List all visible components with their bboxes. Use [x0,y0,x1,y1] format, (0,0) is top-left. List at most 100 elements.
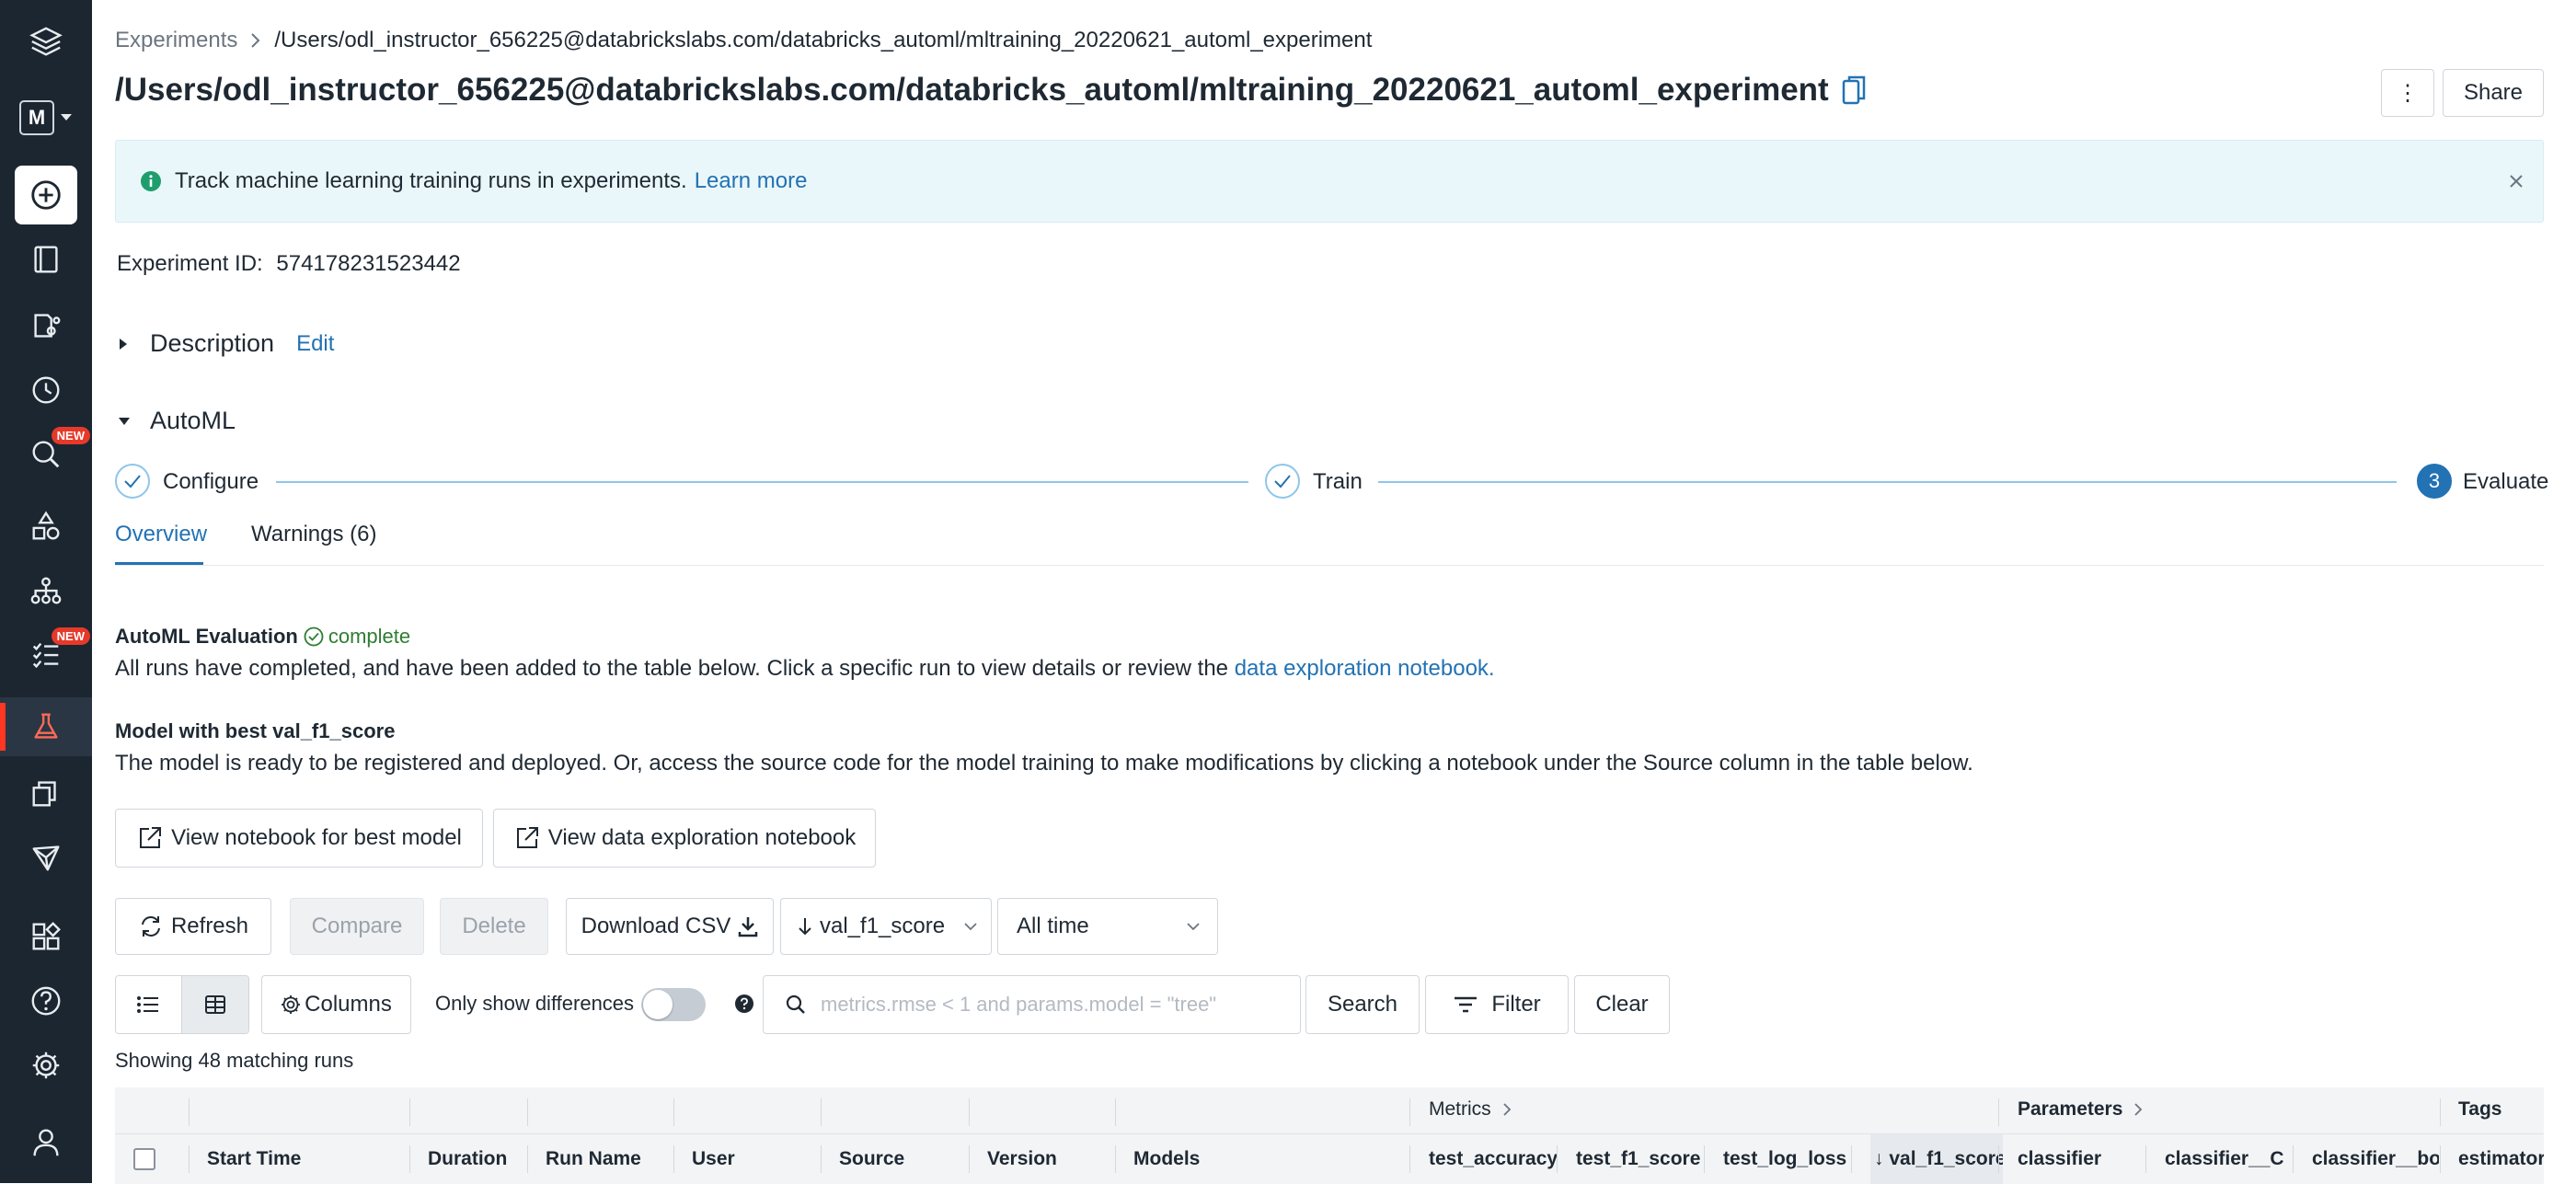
column-header-source[interactable]: Source [839,1134,965,1184]
external-link-icon [516,827,538,848]
compare-button[interactable]: Compare [290,898,424,955]
evaluation-text-row: All runs have completed, and have been a… [115,656,1495,682]
refresh-icon [141,916,160,937]
experiment-id-row: Experiment ID: 574178231523442 [117,251,461,277]
data-shapes-icon[interactable] [0,497,92,556]
column-separator [189,1145,190,1173]
view-data-notebook-button[interactable]: View data exploration notebook [493,809,876,868]
column-separator [409,1145,410,1173]
column-separator [821,1098,822,1126]
help-icon[interactable] [734,994,754,1014]
chevron-right-icon [1503,1103,1511,1116]
select-all-checkbox[interactable] [133,1148,155,1170]
databricks-logo-icon[interactable] [0,13,92,72]
models-icon[interactable] [0,828,92,887]
experiments-flask-icon[interactable] [0,697,92,756]
download-csv-label: Download CSV [581,914,731,938]
metrics-group-header[interactable]: Metrics [1429,1098,1512,1121]
column-header-val-f1-score[interactable]: ↓ val_f1_score [1870,1134,2003,1184]
step-train-label: Train [1313,469,1363,494]
view-data-notebook-label: View data exploration notebook [547,825,857,850]
only-differences-toggle[interactable] [641,988,706,1021]
view-toggle-group [115,975,249,1034]
clear-button[interactable]: Clear [1574,975,1670,1034]
view-best-notebook-button[interactable]: View notebook for best model [115,809,483,868]
serving-icon[interactable] [0,907,92,966]
column-separator [969,1145,970,1173]
time-range-select[interactable]: All time [997,898,1218,955]
create-button[interactable] [15,166,77,224]
share-button[interactable]: Share [2443,69,2544,117]
sort-select-value: val_f1_score [820,914,946,938]
automl-section-header[interactable]: AutoML [117,407,236,435]
column-header-classifier-c[interactable]: classifier__C [2165,1134,2294,1184]
tabs-divider [115,565,2544,566]
settings-gear-icon[interactable] [0,1036,92,1095]
column-header-start-time[interactable]: Start Time [207,1134,405,1184]
columns-label: Columns [305,992,392,1017]
column-separator [527,1145,528,1173]
help-icon[interactable] [0,971,92,1030]
tab-warnings[interactable]: Warnings (6) [251,522,376,547]
table-header-row: Start Time Duration Run Name User Source… [115,1133,2544,1184]
columns-button[interactable]: Columns [261,975,411,1034]
more-options-button[interactable]: ⋮ [2381,69,2434,117]
repos-icon[interactable] [0,296,92,355]
refresh-button[interactable]: Refresh [115,898,271,955]
download-csv-button[interactable]: Download CSV [566,898,774,955]
user-icon[interactable] [0,1113,92,1172]
arrow-down-icon [799,918,811,936]
column-header-classifier[interactable]: classifier [2018,1134,2146,1184]
chevron-down-icon [1187,923,1200,931]
jobs-list-icon[interactable]: NEW [0,626,92,684]
column-header-estimator[interactable]: estimator_ [2458,1134,2544,1184]
breadcrumb-experiments-link[interactable]: Experiments [115,28,237,53]
column-header-user[interactable]: User [692,1134,817,1184]
workspace-icon[interactable] [0,230,92,289]
column-separator [1115,1145,1116,1173]
column-separator [2145,1145,2146,1173]
table-view-button[interactable] [180,976,248,1033]
step-connector [276,481,1248,483]
workspace-switcher[interactable]: M [0,92,92,144]
column-separator [673,1098,674,1126]
chevron-right-icon [2134,1103,2143,1116]
experiment-id-value: 574178231523442 [276,251,461,276]
step-configure-check [115,464,150,499]
column-header-duration[interactable]: Duration [428,1134,523,1184]
filter-button-label: Filter [1491,992,1541,1017]
search-button[interactable]: Search [1305,975,1420,1034]
column-separator [409,1098,410,1126]
column-header-test-f1-score[interactable]: test_f1_score [1576,1134,1705,1184]
description-edit-link[interactable]: Edit [296,331,334,357]
column-header-test-log-loss[interactable]: test_log_loss [1723,1134,1852,1184]
data-exploration-link[interactable]: data exploration notebook. [1235,656,1495,681]
automl-label: AutoML [150,407,236,434]
list-view-button[interactable] [116,976,181,1033]
description-section[interactable]: Description Edit [117,329,334,358]
column-separator [189,1098,190,1126]
page-title-row: /Users/odl_instructor_656225@databricksl… [115,72,1866,109]
tab-overview[interactable]: Overview [115,522,207,547]
close-icon[interactable] [2508,173,2524,190]
learn-more-link[interactable]: Learn more [695,168,808,194]
tags-group-label[interactable]: Tags [2458,1098,2501,1121]
column-header-run-name[interactable]: Run Name [546,1134,670,1184]
filter-button[interactable]: Filter [1425,975,1569,1034]
only-differences-label: Only show differences [435,992,635,1015]
sort-select[interactable]: val_f1_score [780,898,992,955]
share-button-label: Share [2463,80,2524,105]
column-header-test-accuracy[interactable]: test_accuracy_ [1429,1134,1558,1184]
search-input[interactable] [819,992,1264,1017]
column-header-models[interactable]: Models [1133,1134,1406,1184]
copy-icon[interactable] [1842,75,1866,106]
recents-clock-icon[interactable] [0,361,92,420]
search-icon[interactable]: NEW [0,425,92,484]
delete-button[interactable]: Delete [440,898,548,955]
column-header-version[interactable]: Version [987,1134,1111,1184]
parameters-group-header[interactable]: Parameters [2018,1098,2143,1121]
column-header-classifier-boo[interactable]: classifier__boo [2312,1134,2439,1184]
kebab-menu-icon: ⋮ [2397,80,2419,106]
feature-store-icon[interactable] [0,764,92,822]
clusters-icon[interactable] [0,561,92,620]
